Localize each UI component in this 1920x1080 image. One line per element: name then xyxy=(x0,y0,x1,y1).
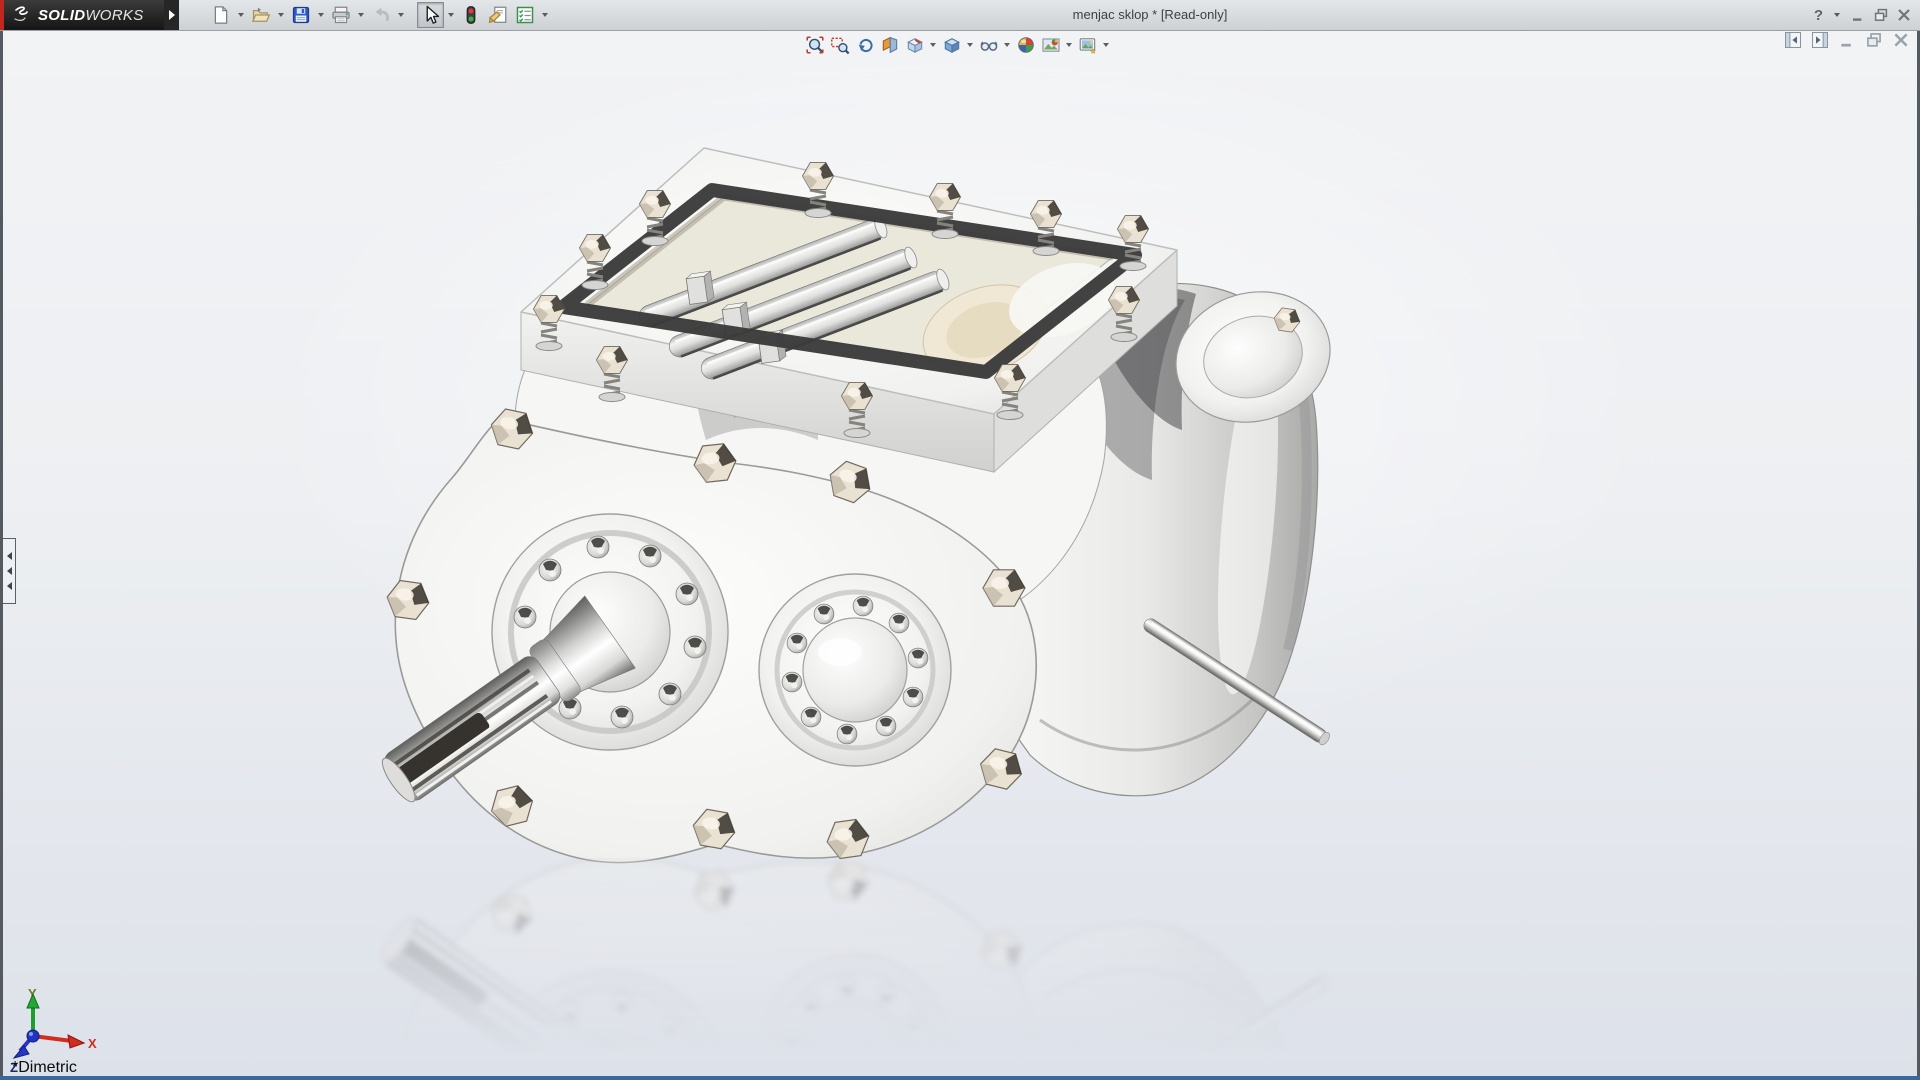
headsup-view-toolbar xyxy=(802,33,1112,57)
open-icon xyxy=(251,5,271,25)
save-button[interactable] xyxy=(287,2,314,28)
section-view-button[interactable] xyxy=(877,33,902,57)
pane-toggle-right-button[interactable] xyxy=(1811,31,1829,49)
file-properties-icon xyxy=(488,5,508,25)
previous-view-button[interactable] xyxy=(852,33,877,57)
close-button[interactable] xyxy=(1896,7,1912,23)
print-icon xyxy=(331,5,351,25)
title-bar: SOLIDWORKS menjac sklop * [Read-only] ? xyxy=(0,0,1920,31)
triad-x-label: X xyxy=(88,1036,97,1051)
restore-button[interactable] xyxy=(1873,7,1889,23)
collapse-arrow-icon xyxy=(7,552,12,560)
select-icon xyxy=(421,5,441,25)
gearbox-model[interactable] xyxy=(367,148,1346,863)
solidworks-logo-icon xyxy=(12,5,34,25)
zoom-to-area-button[interactable] xyxy=(827,33,852,57)
select-dropdown-arrow[interactable] xyxy=(444,2,457,28)
viewport-3d[interactable] xyxy=(3,30,1917,1076)
apply-scene-icon xyxy=(1041,35,1061,55)
doc-minimize-icon xyxy=(1838,31,1856,49)
new-icon xyxy=(211,5,231,25)
file-properties-button[interactable] xyxy=(484,2,511,28)
menu-expand-button[interactable] xyxy=(164,0,179,30)
print-button[interactable] xyxy=(327,2,354,28)
display-style-icon xyxy=(942,35,962,55)
zoom-to-fit-button[interactable] xyxy=(802,33,827,57)
undo-icon xyxy=(371,5,391,25)
window-title: menjac sklop * [Read-only] xyxy=(1010,0,1290,30)
close-icon xyxy=(1896,7,1912,23)
select-button[interactable] xyxy=(417,2,444,28)
zoom-to-fit-icon xyxy=(805,35,825,55)
feature-panel-collapse-tab[interactable] xyxy=(3,538,16,604)
edit-appearance-button[interactable] xyxy=(1013,33,1038,57)
print-dropdown-arrow[interactable] xyxy=(354,2,367,28)
standard-toolbar xyxy=(207,2,551,28)
collapse-arrow-icon xyxy=(7,582,12,590)
document-window-controls xyxy=(1784,31,1910,49)
solidworks-logo: SOLIDWORKS xyxy=(0,0,164,30)
save-dropdown-arrow[interactable] xyxy=(314,2,327,28)
apply-scene-button[interactable] xyxy=(1038,33,1063,57)
new-button[interactable] xyxy=(207,2,234,28)
options-icon xyxy=(515,5,535,25)
undo-dropdown-arrow[interactable] xyxy=(394,2,407,28)
minimize-icon xyxy=(1850,7,1866,23)
undo-button[interactable] xyxy=(367,2,394,28)
help-dropdown-arrow[interactable] xyxy=(1830,2,1843,28)
display-style-dropdown-arrow[interactable] xyxy=(964,33,976,57)
expand-arrow-icon xyxy=(169,10,175,20)
hide-show-items-icon xyxy=(979,35,999,55)
edit-appearance-icon xyxy=(1016,35,1036,55)
apply-scene-dropdown-arrow[interactable] xyxy=(1063,33,1075,57)
panel-left-icon xyxy=(1784,31,1802,49)
options-button[interactable] xyxy=(511,2,538,28)
doc-close-icon xyxy=(1892,31,1910,49)
collapse-arrow-icon xyxy=(7,567,12,575)
document-restore-button[interactable] xyxy=(1865,31,1883,49)
rebuild-icon xyxy=(461,5,481,25)
display-style-button[interactable] xyxy=(939,33,964,57)
window-controls: ? xyxy=(1814,0,1912,30)
hide-show-items-dropdown-arrow[interactable] xyxy=(1001,33,1013,57)
view-settings-icon xyxy=(1078,35,1098,55)
options-dropdown-arrow[interactable] xyxy=(538,2,551,28)
new-dropdown-arrow[interactable] xyxy=(234,2,247,28)
zoom-to-area-icon xyxy=(830,35,850,55)
open-dropdown-arrow[interactable] xyxy=(274,2,287,28)
view-orientation-icon xyxy=(905,35,925,55)
window-border-bottom xyxy=(0,1076,1920,1080)
document-minimize-button[interactable] xyxy=(1838,31,1856,49)
document-close-button[interactable] xyxy=(1892,31,1910,49)
floor-reflection xyxy=(367,857,1346,1076)
save-icon xyxy=(291,5,311,25)
rebuild-button[interactable] xyxy=(457,2,484,28)
model-scene[interactable] xyxy=(3,30,1917,1076)
minimize-button[interactable] xyxy=(1850,7,1866,23)
panel-right-icon xyxy=(1811,31,1829,49)
help-icon: ? xyxy=(1814,7,1823,24)
view-orientation-dropdown-arrow[interactable] xyxy=(927,33,939,57)
window-border-left xyxy=(0,30,3,1076)
open-button[interactable] xyxy=(247,2,274,28)
section-view-icon xyxy=(880,35,900,55)
help-button[interactable]: ? xyxy=(1814,7,1823,24)
view-orientation-label: *Dimetric xyxy=(12,1059,77,1077)
hide-show-items-button[interactable] xyxy=(976,33,1001,57)
pane-toggle-left-button[interactable] xyxy=(1784,31,1802,49)
previous-view-icon xyxy=(855,35,875,55)
view-orientation-button[interactable] xyxy=(902,33,927,57)
restore-icon xyxy=(1873,7,1889,23)
view-settings-dropdown-arrow[interactable] xyxy=(1100,33,1112,57)
view-settings-button[interactable] xyxy=(1075,33,1100,57)
brand-text-bold: SOLID xyxy=(38,7,85,24)
brand-text-light: WORKS xyxy=(85,7,143,24)
doc-restore-icon xyxy=(1865,31,1883,49)
